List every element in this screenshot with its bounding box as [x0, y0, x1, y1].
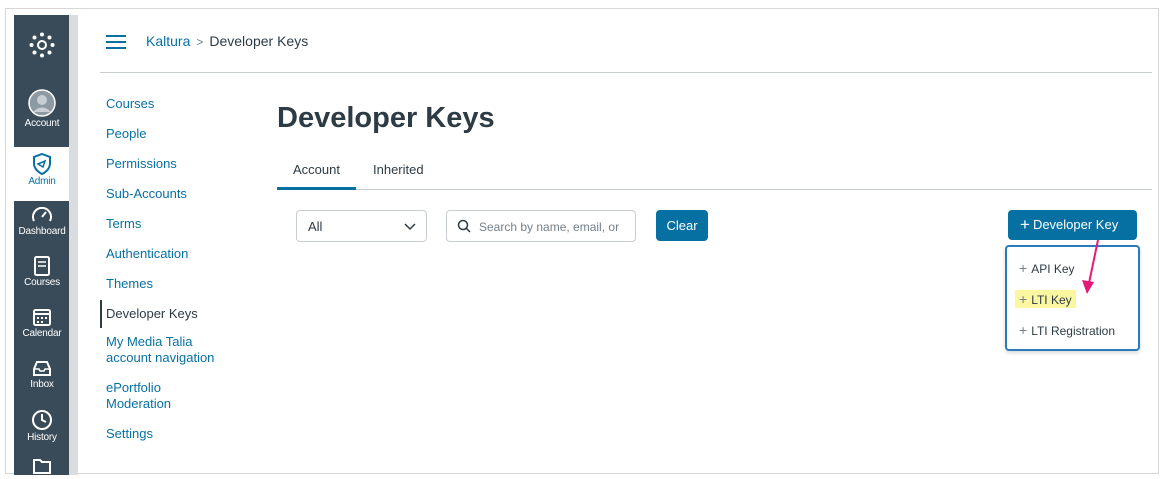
add-developer-key-label: Developer Key	[1032, 217, 1119, 232]
subnav-item-settings[interactable]: Settings	[100, 426, 250, 442]
search-icon	[457, 219, 471, 233]
global-nav-admin-label: Admin	[28, 176, 56, 187]
search-field	[446, 210, 636, 242]
subnav-item-authentication[interactable]: Authentication	[100, 246, 250, 262]
subnav-item-people[interactable]: People	[100, 126, 250, 142]
subnav-item-permissions[interactable]: Permissions	[100, 156, 250, 172]
subnav-item-terms[interactable]: Terms	[100, 216, 250, 232]
global-nav-inbox-label: Inbox	[30, 379, 54, 390]
developer-key-menu: + API Key + LTI Key + LTI Registration	[1005, 245, 1140, 351]
subnav-item-developer-keys[interactable]: Developer Keys	[100, 300, 250, 328]
search-input[interactable]	[479, 217, 629, 237]
plus-icon: +	[1019, 260, 1028, 276]
subnav-item-eportfolio-line1[interactable]: ePortfolio	[100, 380, 250, 396]
tab-account[interactable]: Account	[277, 162, 356, 190]
menu-item-api-key[interactable]: + API Key	[1019, 260, 1075, 276]
menu-item-api-key-label: API Key	[1031, 262, 1075, 276]
global-nav-dashboard-label: Dashboard	[18, 226, 66, 237]
global-nav-calendar[interactable]: Calendar	[14, 307, 69, 339]
folder-icon	[32, 459, 51, 474]
filter-select[interactable]: All	[296, 210, 427, 242]
global-nav-inbox[interactable]: Inbox	[14, 358, 69, 390]
hamburger-menu-icon[interactable]	[106, 35, 126, 50]
tab-inherited[interactable]: Inherited	[373, 162, 424, 177]
global-nav-account-label: Account	[24, 118, 60, 129]
canvas-logo-icon[interactable]	[14, 23, 69, 67]
breadcrumb-current: Developer Keys	[209, 33, 309, 49]
history-icon	[31, 410, 52, 430]
global-nav-courses-label: Courses	[24, 277, 60, 288]
courses-icon	[33, 256, 50, 276]
chevron-down-icon	[404, 223, 416, 231]
breadcrumb-separator: >	[196, 35, 204, 49]
tab-bar: Account Inherited	[277, 152, 1152, 190]
plus-icon: +	[1019, 322, 1028, 338]
global-nav-account[interactable]: Account	[14, 89, 69, 129]
menu-item-lti-registration-label: LTI Registration	[1031, 324, 1115, 338]
global-nav-courses[interactable]: Courses	[14, 256, 69, 288]
menu-item-lti-key[interactable]: + LTI Key	[1015, 290, 1076, 308]
subnav-item-sub-accounts[interactable]: Sub-Accounts	[100, 186, 250, 202]
menu-item-lti-registration[interactable]: + LTI Registration	[1019, 322, 1115, 338]
account-icon	[27, 89, 56, 117]
global-nav-history[interactable]: History	[14, 409, 69, 443]
global-nav: Account Admin Dashboard Courses Calendar	[14, 15, 69, 475]
subnav-item-courses[interactable]: Courses	[100, 96, 250, 112]
breadcrumb-account-link[interactable]: Kaltura	[146, 33, 190, 49]
add-developer-key-button[interactable]: + Developer Key	[1008, 210, 1137, 240]
global-nav-history-label: History	[27, 432, 57, 443]
admin-icon	[32, 153, 51, 175]
dashboard-icon	[31, 206, 52, 222]
subnav-item-eportfolio-line2[interactable]: Moderation	[100, 396, 250, 412]
subnav-item-my-media-line2[interactable]: account navigation	[100, 350, 250, 366]
plus-icon: +	[1020, 215, 1030, 234]
page-header: Kaltura > Developer Keys	[100, 15, 1152, 73]
menu-item-lti-key-label: LTI Key	[1031, 293, 1072, 307]
account-subnav: Courses People Permissions Sub-Accounts …	[100, 96, 250, 442]
calendar-icon	[32, 309, 51, 326]
clear-button[interactable]: Clear	[656, 210, 708, 241]
filter-select-value: All	[308, 219, 323, 234]
global-nav-dashboard[interactable]: Dashboard	[14, 205, 69, 237]
global-nav-edge	[69, 15, 78, 475]
inbox-icon	[32, 361, 51, 376]
global-nav-folder[interactable]	[14, 457, 69, 475]
subnav-item-themes[interactable]: Themes	[100, 276, 250, 292]
annotation-arrow-icon	[1082, 239, 1099, 294]
plus-icon: +	[1019, 291, 1028, 307]
page-title: Developer Keys	[277, 102, 495, 134]
global-nav-admin[interactable]: Admin	[14, 147, 69, 201]
subnav-item-my-media-line1[interactable]: My Media Talia	[100, 334, 250, 350]
global-nav-calendar-label: Calendar	[22, 328, 62, 339]
breadcrumb: Kaltura > Developer Keys	[146, 33, 308, 49]
